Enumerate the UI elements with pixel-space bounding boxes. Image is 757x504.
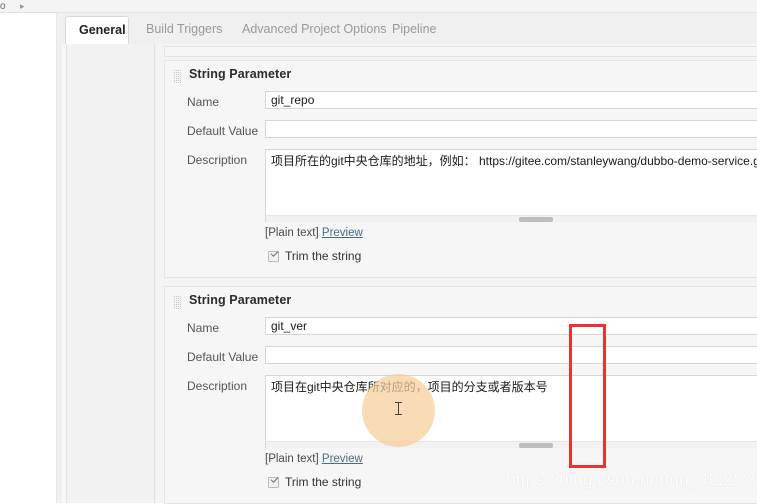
description-label: Description: [187, 153, 248, 167]
trim-string-checkbox[interactable]: [268, 475, 279, 488]
markup-type-row: [Plain text] Preview: [265, 227, 363, 239]
name-label: Name: [187, 95, 220, 109]
tab-build-triggers[interactable]: Build Triggers: [133, 17, 233, 44]
trim-string-label: Trim the string: [285, 249, 362, 263]
markup-type-label: [Plain text]: [265, 453, 319, 465]
block-title: String Parameter: [189, 293, 292, 307]
markup-type-label: [Plain text]: [265, 227, 319, 239]
description-horizontal-scrollbar[interactable]: [266, 215, 757, 222]
preview-link[interactable]: Preview: [322, 453, 363, 465]
tab-general[interactable]: General: [65, 16, 129, 45]
string-parameter-block: String Parameter Name git_ver Default Value…: [164, 286, 757, 504]
parameter-name-input[interactable]: git_ver: [265, 317, 757, 335]
chevron-right-icon[interactable]: ▸: [20, 0, 25, 13]
default-value-label: Default Value: [187, 124, 259, 138]
trim-string-checkbox[interactable]: [268, 249, 279, 262]
panel-top-strip: [164, 46, 757, 57]
breadcrumb: o: [0, 1, 6, 12]
name-label: Name: [187, 321, 220, 335]
tab-advanced-project-options[interactable]: Advanced Project Options: [229, 17, 403, 44]
block-title: String Parameter: [189, 67, 292, 81]
tab-bar: General Build Triggers Advanced Project Op…: [57, 13, 757, 45]
preview-link[interactable]: Preview: [322, 227, 363, 239]
trim-string-label: Trim the string: [285, 475, 362, 489]
left-gutter: [0, 13, 56, 503]
tab-pipeline[interactable]: Pipeline: [379, 17, 449, 44]
description-horizontal-scrollbar[interactable]: [266, 441, 757, 448]
default-value-input[interactable]: [265, 346, 757, 364]
checkmark-icon: [270, 249, 279, 257]
scrollbar-thumb[interactable]: [519, 217, 553, 222]
browser-chrome-bar: o ▸: [0, 0, 757, 13]
description-textarea[interactable]: 项目所在的git中央仓库的地址，例如： https://gitee.com/st…: [265, 149, 757, 222]
description-label: Description: [187, 379, 248, 393]
checkmark-icon: [270, 475, 279, 483]
string-parameter-block: String Parameter Name git_repo Default Valu…: [164, 60, 757, 278]
drag-handle-icon[interactable]: [174, 296, 183, 309]
default-value-input[interactable]: [265, 120, 757, 138]
parameter-name-input[interactable]: git_repo: [265, 91, 757, 109]
description-textarea[interactable]: 项目在git中央仓库所对应的，项目的分支或者版本号: [265, 375, 757, 448]
drag-handle-icon[interactable]: [174, 70, 183, 83]
scrollbar-thumb[interactable]: [519, 443, 553, 448]
panel-rail-outer: [62, 44, 67, 503]
default-value-label: Default Value: [187, 350, 259, 364]
panel-rail-inner: [68, 44, 155, 503]
markup-type-row: [Plain text] Preview: [265, 453, 363, 465]
